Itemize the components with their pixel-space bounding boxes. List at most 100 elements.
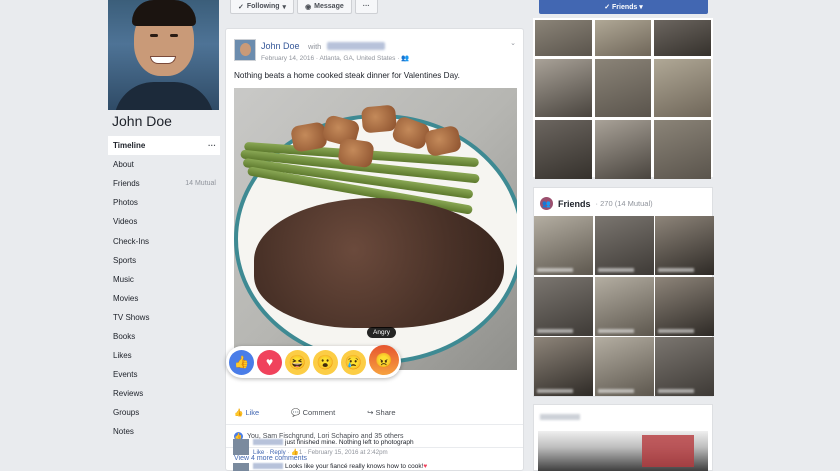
friend-thumbnail[interactable] [594,216,654,275]
comment-like-count-icon: 👍 [291,449,299,456]
commenter-name-blurred[interactable] [253,463,283,470]
photos-grid [533,18,713,179]
friend-thumbnail[interactable] [655,216,714,275]
sad-icon[interactable]: 😢 [341,349,366,375]
nav-item-label: Groups [113,408,140,418]
friend-thumbnail[interactable] [655,337,714,396]
share-action-button[interactable]: ↪ Share [367,408,395,417]
friend-name-blurred [537,389,573,393]
profile-name[interactable]: John Doe [112,113,172,129]
commenter-avatar[interactable] [233,439,249,455]
friend-thumbnail[interactable] [534,216,593,275]
post-options-chevron-icon[interactable]: ⌄ [510,39,516,47]
commenter-avatar[interactable] [233,463,249,471]
caret-down-icon: ▾ [637,4,643,11]
photo-thumbnail[interactable] [594,120,652,179]
nav-item-groups[interactable]: Groups [108,403,220,422]
friend-thumbnail[interactable] [655,276,714,336]
comment-timestamp[interactable]: February 15, 2016 at 2:42pm [308,449,388,456]
friends-status-label: Friends [612,3,638,11]
friend-thumbnail[interactable] [594,276,654,336]
photo-thumbnail[interactable] [594,20,652,56]
like-action-label: Like [245,408,260,417]
message-label: Message [314,3,344,10]
nav-item-label: Check-Ins [113,236,150,246]
friend-name-blurred [537,328,573,333]
nav-item-sports[interactable]: Sports [108,251,220,270]
timeline-post: John Doe with February 14, 2016 · Atlant… [225,28,524,471]
photo-thumbnail[interactable] [654,20,711,56]
nav-item-label: Music [113,274,134,284]
comment-reply-link[interactable]: Reply [270,449,286,456]
comment-text: Looks like your fiancé really knows how … [285,463,424,470]
nav-item-music[interactable]: Music [108,270,220,289]
post-author-name[interactable]: John Doe [261,41,300,51]
commenter-name-blurred[interactable] [253,439,283,446]
checkmark-icon: ✓ [238,3,244,11]
photo-thumbnail[interactable] [654,120,711,179]
nav-item-timeline[interactable]: Timeline ··· [108,136,220,156]
nav-item-label: Reviews [113,389,144,399]
nav-item-movies[interactable]: Movies [108,289,220,308]
nav-item-tv-shows[interactable]: TV Shows [108,308,220,327]
friends-icon: 👥 [540,197,553,210]
side-card-image[interactable] [538,431,708,471]
heart-icon: ♥ [423,463,428,470]
comment-like-count: 1 [298,449,303,456]
following-button[interactable]: ✓ Following ▾ [230,0,295,14]
like-action-button[interactable]: 👍 Like [234,408,259,417]
message-button[interactable]: ◉ Message [297,0,352,14]
friends-card-title: Friends [558,198,591,209]
haha-icon[interactable]: 😆 [285,349,310,375]
friend-thumbnail[interactable] [534,276,593,336]
nav-item-label: Books [113,331,136,341]
post-meta: February 14, 2016 · Atlanta, GA, United … [261,54,409,62]
nav-item-about[interactable]: About [108,155,220,174]
nav-item-reviews[interactable]: Reviews [108,384,220,403]
friend-name-blurred [597,389,634,393]
friend-thumbnail[interactable] [534,337,593,396]
author-avatar[interactable] [234,39,256,61]
friends-status-button[interactable]: ✓ Friends ▾ [539,0,708,14]
profile-eye-left [150,34,158,37]
audience-friends-icon[interactable]: 👥 [401,55,409,62]
comment-text: just finished mine. Nothing left to phot… [285,439,414,446]
nav-item-check-ins[interactable]: Check-Ins [108,231,220,250]
nav-item-events[interactable]: Events [108,365,220,384]
friends-card-header[interactable]: 👥 Friends · 270 (14 Mutual) [540,197,653,210]
nav-item-books[interactable]: Books [108,327,220,346]
profile-picture[interactable] [108,0,219,110]
more-options-button[interactable]: ··· [354,0,378,14]
comment-footer: Like · Reply · 👍1 · February 15, 2016 at… [253,449,388,456]
profile-shirt [114,82,214,110]
photo-thumbnail[interactable] [654,59,711,117]
love-icon[interactable]: ♥ [257,349,282,375]
nav-item-label: Timeline [113,141,146,151]
more-dots-icon[interactable]: ··· [208,141,216,150]
post-date-location[interactable]: February 14, 2016 · Atlanta, GA, United … [261,55,401,62]
friend-name-blurred [658,389,694,393]
wow-icon[interactable]: 😮 [313,349,338,375]
potato [337,137,375,169]
photo-thumbnail[interactable] [535,120,592,179]
friend-thumbnail[interactable] [594,337,654,396]
nav-item-photos[interactable]: Photos [108,193,220,212]
friend-name-blurred [597,328,634,333]
nav-item-notes[interactable]: Notes [108,422,220,441]
nav-item-friends[interactable]: Friends 14 Mutual [108,174,220,193]
comment-action-button[interactable]: 💬 Comment [291,408,335,417]
photo-thumbnail[interactable] [594,59,652,117]
comment-body: Looks like your fiancé really knows how … [253,463,427,470]
view-more-comments-link[interactable]: View 4 more comments [234,455,307,462]
divider [226,424,523,425]
tagged-friend-name-blurred[interactable] [327,42,385,50]
angry-icon[interactable]: 😠 [369,345,399,375]
post-actions: 👍 Like 💬 Comment ↪ Share [234,408,396,417]
comment-like-link[interactable]: Like [253,449,264,456]
like-icon[interactable]: 👍 [229,349,254,375]
photo-thumbnail[interactable] [535,59,592,117]
nav-item-likes[interactable]: Likes [108,346,220,365]
nav-item-videos[interactable]: Videos [108,212,220,231]
photo-thumbnail[interactable] [535,20,592,56]
share-action-label: Share [375,408,396,417]
